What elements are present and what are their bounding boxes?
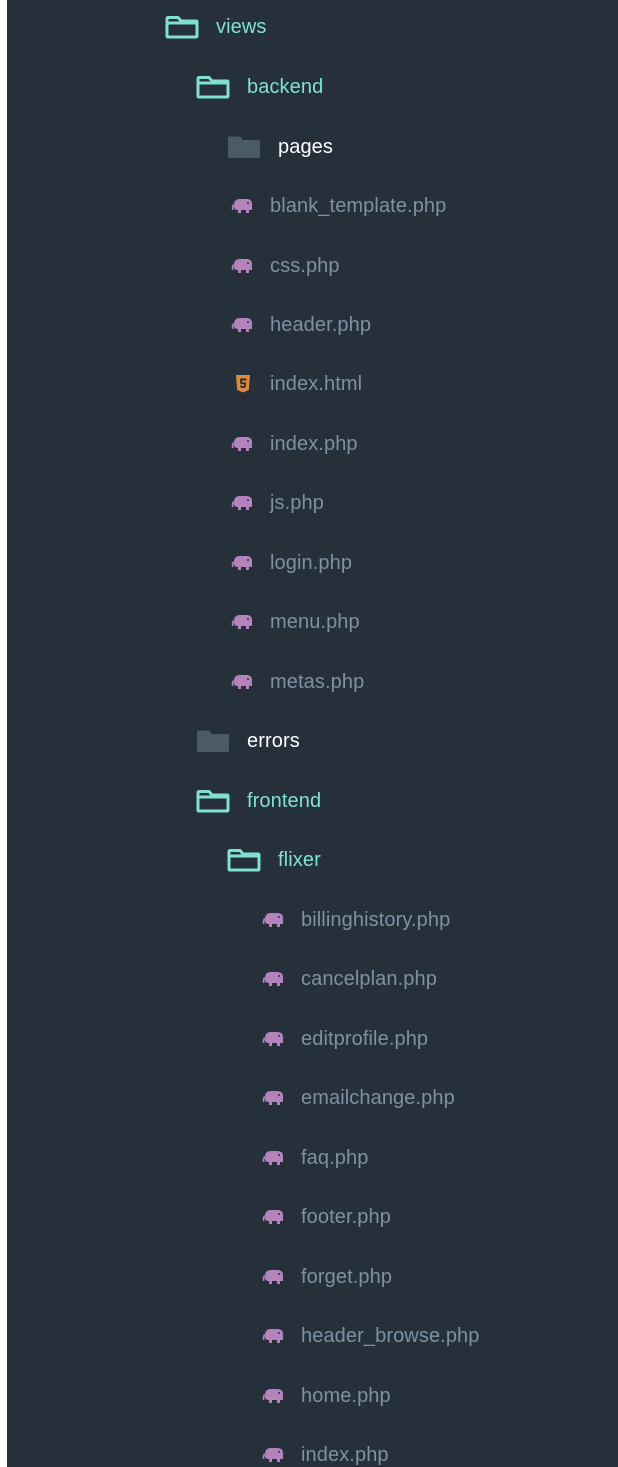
tree-item-label: frontend (247, 789, 322, 812)
file-menu-php[interactable]: menu.php (7, 602, 360, 642)
php-elephant-icon (262, 1029, 286, 1049)
tree-item-label: views (216, 15, 267, 38)
folder-flixer[interactable]: flixer (7, 840, 321, 880)
tree-item-label: index.php (270, 432, 358, 455)
tree-item-label: js.php (270, 491, 324, 514)
tree-item-label: emailchange.php (301, 1086, 455, 1109)
folder-open-icon (196, 75, 230, 99)
php-elephant-icon (231, 553, 255, 573)
tree-item-label: editprofile.php (301, 1027, 429, 1050)
folder-pages[interactable]: pages (7, 127, 333, 167)
php-elephant-icon (231, 315, 255, 335)
file-footer-php[interactable]: footer.php (7, 1197, 391, 1237)
tree-item-label: billinghistory.php (301, 908, 451, 931)
php-elephant-icon (231, 256, 255, 276)
file-flixer-index-php[interactable]: index.php (7, 1435, 389, 1467)
file-css-php[interactable]: css.php (7, 246, 340, 286)
file-index-php[interactable]: index.php (7, 424, 358, 464)
tree-item-label: header_browse.php (301, 1324, 480, 1347)
folder-views[interactable]: views (7, 7, 267, 47)
folder-closed-icon (196, 729, 230, 753)
file-emailchange-php[interactable]: emailchange.php (7, 1078, 455, 1118)
tree-item-label: footer.php (301, 1205, 391, 1228)
php-elephant-icon (262, 910, 286, 930)
tree-item-label: pages (278, 135, 333, 158)
file-billinghistory-php[interactable]: billinghistory.php (7, 900, 450, 940)
tree-item-label: faq.php (301, 1146, 369, 1169)
tree-item-label: forget.php (301, 1265, 393, 1288)
php-elephant-icon (231, 493, 255, 513)
tree-item-label: errors (247, 729, 300, 752)
file-metas-php[interactable]: metas.php (7, 662, 364, 702)
folder-closed-icon (227, 135, 261, 159)
file-login-php[interactable]: login.php (7, 543, 352, 583)
tree-item-label: flixer (278, 848, 321, 871)
php-elephant-icon (231, 434, 255, 454)
file-faq-php[interactable]: faq.php (7, 1138, 368, 1178)
php-elephant-icon (231, 672, 255, 692)
php-elephant-icon (231, 612, 255, 632)
tree-item-label: blank_template.php (270, 194, 447, 217)
php-elephant-icon (262, 1267, 286, 1287)
php-elephant-icon (262, 1207, 286, 1227)
html5-icon (231, 374, 255, 394)
tree-item-label: login.php (270, 551, 353, 574)
folder-backend[interactable]: backend (7, 67, 323, 107)
file-index-html[interactable]: index.html (7, 364, 362, 404)
php-elephant-icon (262, 1326, 286, 1346)
php-elephant-icon (262, 1445, 286, 1465)
file-header-browse-php[interactable]: header_browse.php (7, 1316, 480, 1356)
tree-item-label: header.php (270, 313, 372, 336)
tree-item-label: index.html (270, 372, 363, 395)
php-elephant-icon (262, 1386, 286, 1406)
tree-item-label: metas.php (270, 670, 365, 693)
tree-item-label: cancelplan.php (301, 967, 437, 990)
tree-item-label: backend (247, 75, 324, 98)
file-tree-panel: views backend pages blank_template.php c (7, 0, 618, 1467)
tree-item-label: menu.php (270, 610, 360, 633)
php-elephant-icon (262, 969, 286, 989)
file-home-php[interactable]: home.php (7, 1376, 391, 1416)
php-elephant-icon (262, 1148, 286, 1168)
file-blank-template-php[interactable]: blank_template.php (7, 186, 446, 226)
folder-errors[interactable]: errors (7, 721, 300, 761)
file-editprofile-php[interactable]: editprofile.php (7, 1019, 428, 1059)
folder-frontend[interactable]: frontend (7, 781, 321, 821)
file-header-php[interactable]: header.php (7, 305, 371, 345)
tree-item-label: home.php (301, 1384, 391, 1407)
file-js-php[interactable]: js.php (7, 483, 324, 523)
php-elephant-icon (231, 196, 255, 216)
folder-open-icon (196, 789, 230, 813)
folder-open-icon (227, 848, 261, 872)
php-elephant-icon (262, 1088, 286, 1108)
folder-open-icon (165, 15, 199, 39)
file-forget-php[interactable]: forget.php (7, 1257, 392, 1297)
tree-item-label: index.php (301, 1443, 389, 1466)
file-cancelplan-php[interactable]: cancelplan.php (7, 959, 437, 999)
tree-item-label: css.php (270, 254, 340, 277)
